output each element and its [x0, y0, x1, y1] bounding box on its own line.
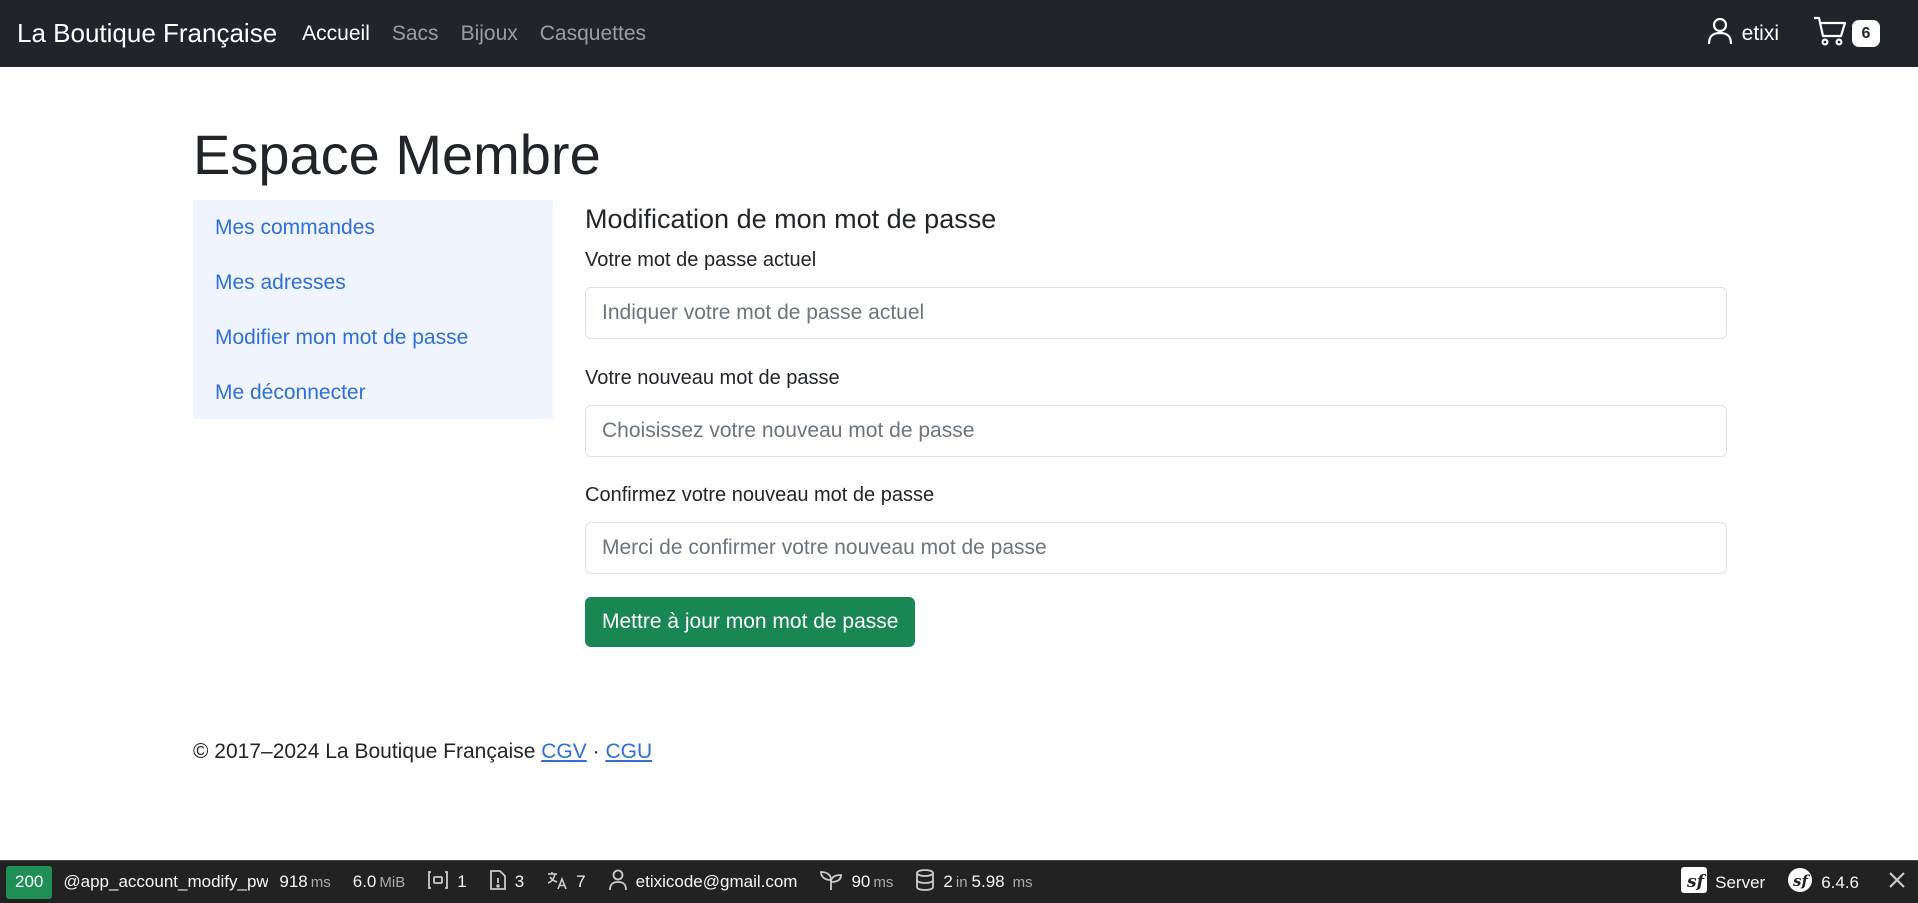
security-panel[interactable]: etixicode@gmail.com: [597, 869, 809, 896]
request-time-unit: ms: [310, 873, 331, 891]
sidebar-item-commandes[interactable]: Mes commandes: [193, 206, 553, 261]
current-password-input[interactable]: [585, 287, 1727, 339]
server-label: Server: [1715, 872, 1766, 892]
close-icon: [1888, 871, 1906, 894]
cart-count-badge: 6: [1852, 20, 1880, 47]
page-footer: © 2017–2024 La Boutique Française CGV · …: [193, 739, 652, 765]
nav-right: etixi 6: [1707, 0, 1918, 67]
validator-count: 3: [514, 872, 525, 891]
symfony-version: 6.4.6: [1821, 872, 1859, 892]
status-code-badge[interactable]: 200: [6, 865, 53, 899]
twig-panel[interactable]: 90 ms: [808, 869, 904, 896]
database-icon: [915, 868, 935, 896]
confirm-password-input[interactable]: [585, 522, 1727, 574]
route-name[interactable]: @app_account_modify_pwd: [52, 872, 268, 892]
symfony-circle-icon: sf: [1787, 867, 1821, 898]
document-icon: [489, 869, 507, 896]
twig-time-unit: ms: [873, 873, 894, 891]
page-title: Espace Membre: [193, 123, 601, 186]
current-password-label: Votre mot de passe actuel: [585, 249, 817, 271]
cgv-link[interactable]: CGV: [541, 740, 587, 763]
toolbar-right: sf Server sf 6.4.6: [1670, 861, 1918, 903]
translation-icon: [546, 870, 568, 895]
translation-count: 7: [576, 872, 586, 891]
server-panel[interactable]: sf Server: [1670, 867, 1776, 898]
svg-text:sf: sf: [1686, 872, 1707, 892]
cgu-link[interactable]: CGU: [605, 740, 652, 763]
top-navbar: La Boutique Française Accueil Sacs Bijou…: [0, 0, 1918, 67]
brand-logo[interactable]: La Boutique Française: [17, 18, 277, 49]
translation-panel[interactable]: 7: [535, 870, 596, 895]
svg-text:sf: sf: [1793, 872, 1810, 890]
db-in-label: in: [955, 873, 968, 891]
form-title: Modification de mon mot de passe: [585, 204, 997, 234]
nav-link-sacs[interactable]: Sacs: [381, 22, 450, 46]
memory-unit: MiB: [379, 873, 406, 891]
user-icon: [1707, 17, 1742, 51]
form-icon: [427, 870, 449, 895]
account-link[interactable]: etixi: [1707, 17, 1779, 51]
change-password-form: Modification de mon mot de passe Votre m…: [585, 200, 1727, 660]
close-toolbar-button[interactable]: [1870, 871, 1918, 894]
sidebar-item-modify-password[interactable]: Modifier mon mot de passe: [193, 316, 553, 371]
forms-panel[interactable]: 1: [416, 870, 477, 895]
twig-time-value: 90: [851, 872, 871, 891]
twig-leaf-icon: [819, 869, 843, 896]
confirm-password-label: Confirmez votre nouveau mot de passe: [585, 484, 935, 506]
db-time-value: 5.98: [971, 872, 1005, 891]
memory-usage[interactable]: 6.0 MiB: [342, 872, 416, 892]
user-icon: [608, 869, 628, 896]
new-password-input[interactable]: [585, 405, 1727, 457]
db-query-count: 2: [943, 872, 953, 891]
validator-panel[interactable]: 3: [478, 869, 535, 896]
nav-link-bijoux[interactable]: Bijoux: [450, 22, 529, 46]
request-time[interactable]: 918 ms: [268, 872, 341, 892]
main-nav: Accueil Sacs Bijoux Casquettes: [291, 22, 657, 46]
account-sidebar: Mes commandes Mes adresses Modifier mon …: [193, 200, 553, 419]
nav-link-casquettes[interactable]: Casquettes: [529, 22, 657, 46]
cart-icon: [1813, 16, 1847, 51]
nav-link-accueil[interactable]: Accueil: [291, 22, 381, 46]
db-time-unit: ms: [1012, 873, 1033, 891]
forms-count: 1: [457, 872, 467, 891]
user-name: etixi: [1741, 21, 1779, 45]
cart-link[interactable]: 6: [1813, 16, 1880, 51]
sidebar-item-adresses[interactable]: Mes adresses: [193, 261, 553, 316]
symfony-version-panel[interactable]: sf 6.4.6: [1776, 867, 1870, 898]
footer-separator: ·: [592, 740, 600, 763]
copyright-text: © 2017–2024 La Boutique Française: [193, 740, 536, 763]
update-password-button[interactable]: Mettre à jour mon mot de passe: [585, 597, 916, 647]
debug-toolbar: 200 @app_account_modify_pwd 918 ms 6.0 M…: [0, 860, 1918, 903]
new-password-label: Votre nouveau mot de passe: [585, 367, 840, 389]
sidebar-item-logout[interactable]: Me déconnecter: [193, 371, 553, 426]
memory-value: 6.0: [352, 872, 377, 891]
symfony-logo-icon: sf: [1681, 867, 1715, 898]
request-time-value: 918: [279, 872, 308, 891]
database-panel[interactable]: 2 in 5.98 ms: [904, 868, 1043, 896]
user-email: etixicode@gmail.com: [635, 872, 798, 891]
